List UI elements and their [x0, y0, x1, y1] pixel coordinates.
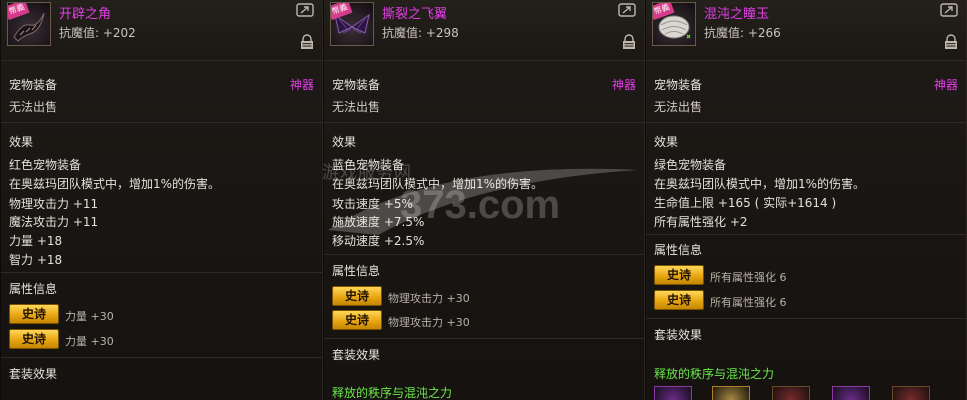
category-label: 宠物装备 [9, 78, 58, 92]
effect-line: 红色宠物装备 [9, 158, 82, 172]
resist-value: 抗魔值: +266 [704, 26, 781, 40]
set-item-thumb[interactable] [832, 386, 870, 400]
set-title: 套装效果 [654, 328, 703, 342]
epic-button[interactable]: 史诗 [654, 290, 704, 310]
share-icon[interactable] [296, 3, 314, 17]
lock-icon[interactable] [300, 34, 314, 50]
divider [646, 122, 966, 123]
epic-button[interactable]: 史诗 [654, 265, 704, 285]
attr-title: 属性信息 [332, 264, 381, 278]
item-icon-horn: 幣義 [7, 2, 51, 46]
epic-attr-text: 所有属性强化 6 [710, 296, 787, 309]
epic-attr-text: 力量 +30 [65, 335, 114, 348]
effect-line: 智力 +18 [9, 253, 63, 267]
set-item-thumb[interactable] [892, 386, 930, 400]
set-title: 套装效果 [332, 348, 381, 362]
effect-line: 在奥兹玛团队模式中，增加1%的伤害。 [654, 177, 866, 191]
divider [324, 122, 644, 123]
divider [324, 338, 644, 339]
set-item-thumb[interactable] [772, 386, 810, 400]
effect-line: 移动速度 +2.5% [332, 234, 425, 248]
rarity-tag: 神器 [289, 78, 314, 92]
share-icon[interactable] [940, 3, 958, 17]
lock-icon[interactable] [944, 34, 958, 50]
watermark-logo: 373.com [400, 183, 561, 227]
item-icon-wings: 幣義 [330, 2, 374, 46]
effect-line: 在奥兹玛团队模式中，增加1%的伤害。 [9, 177, 221, 191]
attr-title: 属性信息 [654, 243, 703, 257]
item-name: 混沌之瞳玉 [704, 7, 770, 22]
rarity-tag: 神器 [611, 78, 636, 92]
divider [646, 318, 966, 319]
divider [646, 234, 966, 235]
effect-line: 魔法攻击力 +11 [9, 215, 99, 229]
effect-title: 效果 [654, 135, 679, 149]
resist-value: 抗魔值: +202 [59, 26, 136, 40]
sell-status: 无法出售 [9, 100, 58, 114]
effect-line: 物理攻击力 +11 [9, 197, 99, 211]
epic-button[interactable]: 史诗 [9, 304, 59, 324]
sell-status: 无法出售 [332, 100, 381, 114]
set-item-thumb[interactable] [712, 386, 750, 400]
watermark-text: 游戏服务网 [322, 163, 412, 183]
effect-line: 力量 +18 [9, 234, 63, 248]
category-label: 宠物装备 [332, 78, 381, 92]
category-label: 宠物装备 [654, 78, 703, 92]
divider [1, 122, 322, 123]
epic-button[interactable]: 史诗 [332, 286, 382, 306]
resist-value: 抗魔值: +298 [382, 26, 459, 40]
effect-line: 所有属性强化 +2 [654, 215, 748, 229]
divider [1, 272, 322, 273]
effect-title: 效果 [332, 135, 357, 149]
tooltip-header: 幣義 开辟之角 抗魔值: +202 [1, 0, 322, 61]
tooltip-header: 幣義 混沌之瞳玉 抗魔值: +266 [646, 0, 966, 61]
epic-attr-text: 物理攻击力 +30 [388, 316, 470, 329]
divider [1, 357, 322, 358]
divider [324, 254, 644, 255]
tooltip-panel-3: 幣義 混沌之瞳玉 抗魔值: +266 宠物装备 神器 无法出售 效果 绿色宠物装… [645, 0, 967, 400]
effect-title: 效果 [9, 135, 34, 149]
item-icon-orb: 幣義 [652, 2, 696, 46]
sell-status: 无法出售 [654, 100, 703, 114]
epic-attr-text: 力量 +30 [65, 310, 114, 323]
epic-button[interactable]: 史诗 [332, 310, 382, 330]
attr-title: 属性信息 [9, 282, 58, 296]
share-icon[interactable] [618, 3, 636, 17]
epic-attr-text: 所有属性强化 6 [710, 271, 787, 284]
lock-icon[interactable] [622, 34, 636, 50]
effect-line: 绿色宠物装备 [654, 158, 727, 172]
item-name: 撕裂之飞翼 [382, 7, 448, 22]
rarity-tag: 神器 [933, 78, 958, 92]
epic-attr-text: 物理攻击力 +30 [388, 292, 470, 305]
effect-line: 生命值上限 +165 ( 实际+1614 ) [654, 196, 837, 210]
set-name: 释放的秩序与混沌之力 [332, 386, 453, 400]
set-title: 套装效果 [9, 367, 58, 381]
epic-button[interactable]: 史诗 [9, 329, 59, 349]
tooltip-header: 幣義 撕裂之飞翼 抗魔值: +298 [324, 0, 644, 61]
set-name: 释放的秩序与混沌之力 [654, 367, 775, 381]
set-item-thumb[interactable] [654, 386, 692, 400]
item-name: 开辟之角 [59, 7, 112, 22]
tooltip-panel-1: 幣義 开辟之角 抗魔值: +202 宠物装备 神器 无法出售 效果 红色宠物装备… [0, 0, 323, 400]
